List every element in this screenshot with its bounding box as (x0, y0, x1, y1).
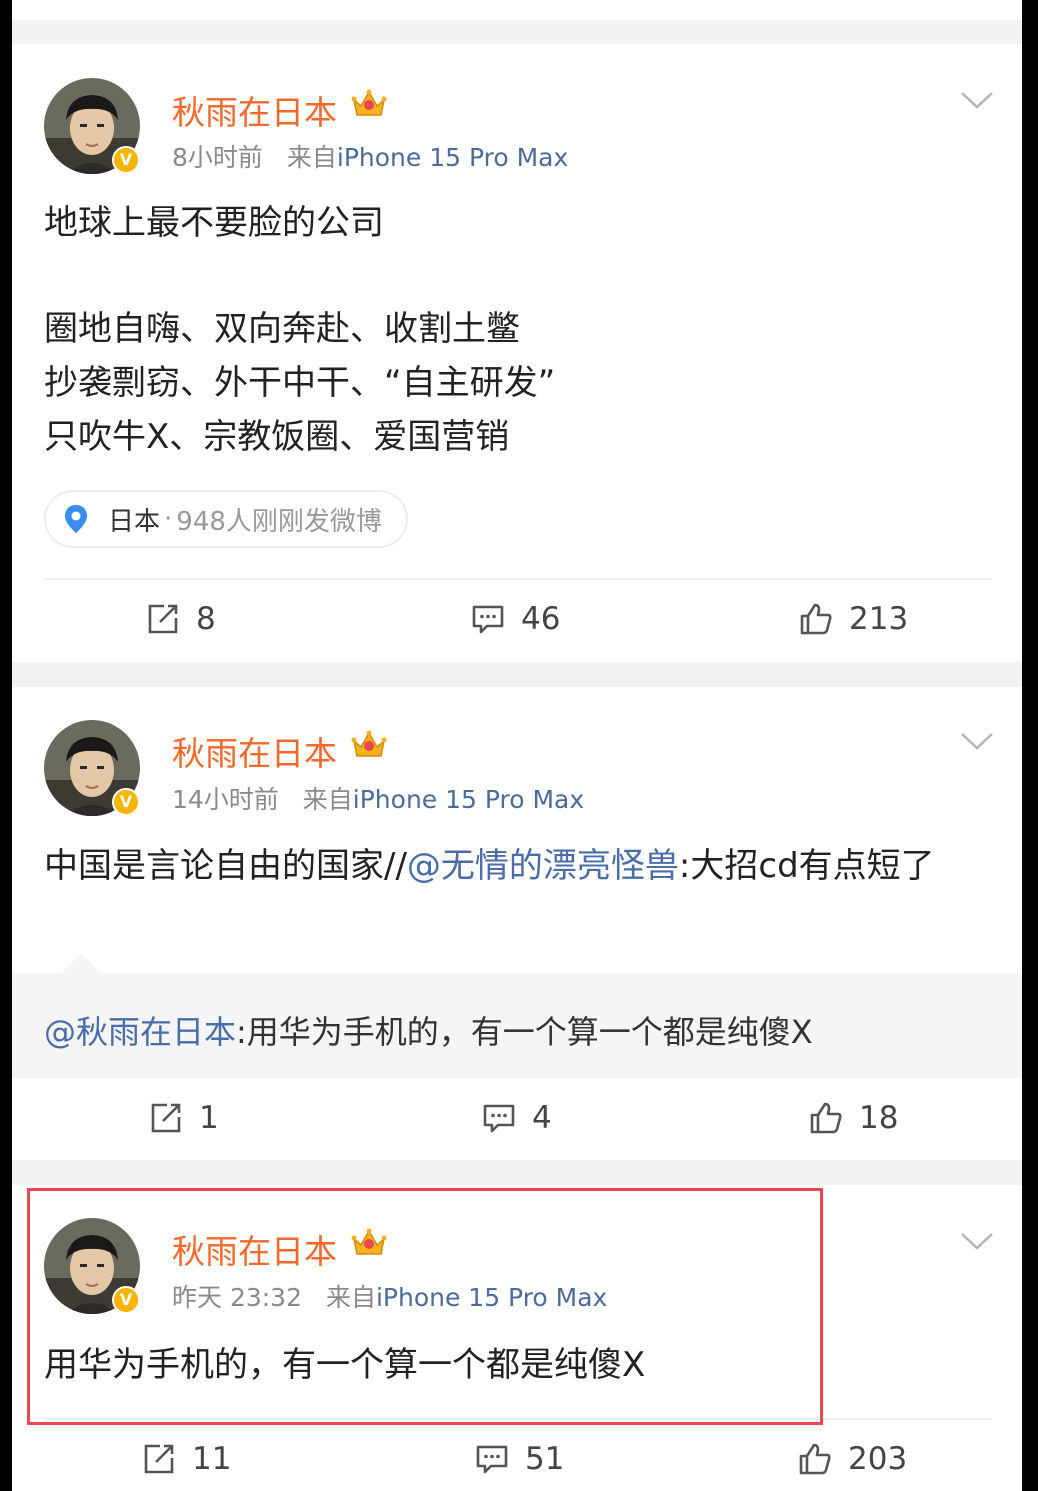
post-body: 地球上最不要脸的公司 圈地自嗨、双向奔赴、收割土鳖 抄袭剽窃、外干中干、“自主研… (44, 196, 994, 464)
source-prefix: 来自 (286, 143, 337, 172)
comment-icon (482, 1101, 516, 1135)
location-tag[interactable]: 日本 · 948人刚刚发微博 (44, 490, 408, 548)
post-text-line: 地球上最不要脸的公司 (44, 203, 384, 243)
crown-icon (351, 88, 387, 120)
post-text: 中国是言论自由的国家// (44, 846, 407, 886)
comment-icon (475, 1442, 509, 1476)
mention-link[interactable]: @秋雨在日本 (44, 1013, 236, 1051)
like-count: 18 (859, 1100, 899, 1136)
comment-icon (471, 602, 505, 636)
source-prefix: 来自 (302, 785, 353, 814)
repost-icon (142, 1442, 176, 1476)
like-button[interactable]: 203 (798, 1439, 907, 1479)
post-text-line: 抄袭剽窃、外干中干、“自主研发” (44, 363, 556, 403)
comment-count: 46 (521, 601, 561, 637)
like-count: 213 (849, 601, 909, 637)
repost-icon (146, 602, 180, 636)
like-icon (809, 1101, 843, 1135)
post-time: 14小时前 (172, 785, 279, 814)
repost-notch (62, 953, 100, 991)
username[interactable]: 秋雨在日本 (172, 86, 337, 134)
username[interactable]: 秋雨在日本 (172, 727, 337, 775)
reposted-original[interactable]: @秋雨在日本:用华为手机的，有一个算一个都是纯傻X (12, 953, 1022, 1078)
verified-badge-icon: V (112, 788, 140, 816)
divider (44, 578, 992, 580)
reposted-body: :用华为手机的，有一个算一个都是纯傻X (236, 1013, 813, 1051)
chevron-down-icon[interactable] (960, 731, 994, 751)
reposted-text: @秋雨在日本:用华为手机的，有一个算一个都是纯傻X (44, 1007, 813, 1053)
verified-badge-icon: V (112, 146, 140, 174)
comment-button[interactable]: 4 (482, 1098, 552, 1138)
post-body: 中国是言论自由的国家//@无情的漂亮怪兽:大招cd有点短了 (44, 839, 994, 893)
location-separator: · (164, 504, 173, 534)
comment-button[interactable]: 51 (475, 1439, 564, 1479)
like-icon (798, 1442, 832, 1476)
post-device: iPhone 15 Pro Max (336, 143, 569, 172)
chevron-down-icon[interactable] (960, 90, 994, 110)
like-icon (799, 602, 833, 636)
post-meta: 14小时前 来自iPhone 15 Pro Max (172, 780, 584, 816)
comment-button[interactable]: 46 (471, 599, 560, 639)
comment-count: 51 (525, 1441, 565, 1477)
post-card[interactable]: V 秋雨在日本 14小时前 来自iPhone 15 Pro Max 中国是言论自… (12, 687, 1022, 1160)
repost-button[interactable]: 11 (142, 1439, 231, 1479)
like-button[interactable]: 213 (799, 599, 908, 639)
repost-count: 8 (196, 601, 216, 637)
repost-count: 11 (192, 1441, 232, 1477)
mention-link[interactable]: @无情的漂亮怪兽 (407, 846, 679, 886)
crown-icon (351, 729, 387, 761)
location-name: 日本 (108, 506, 161, 537)
highlight-box (27, 1188, 823, 1425)
post-text-line: 只吹牛X、宗教饭圈、爱国营销 (44, 417, 510, 457)
previous-card-bottom (12, 0, 1022, 20)
comment-count: 4 (532, 1100, 552, 1136)
repost-button[interactable]: 8 (146, 599, 216, 639)
repost-button[interactable]: 1 (149, 1098, 219, 1138)
post-time: 8小时前 (172, 143, 263, 172)
like-count: 203 (848, 1441, 908, 1477)
post-text: :大招cd有点短了 (678, 846, 935, 886)
post-meta: 8小时前 来自iPhone 15 Pro Max (172, 138, 568, 174)
chevron-down-icon[interactable] (960, 1231, 994, 1251)
location-note: 948人刚刚发微博 (176, 506, 382, 537)
repost-icon (149, 1101, 183, 1135)
like-button[interactable]: 18 (809, 1098, 898, 1138)
post-text-line: 圈地自嗨、双向奔赴、收割土鳖 (44, 309, 520, 349)
post-device: iPhone 15 Pro Max (352, 785, 585, 814)
repost-count: 1 (199, 1100, 219, 1136)
location-pin-icon (64, 504, 88, 534)
post-card[interactable]: V 秋雨在日本 8小时前 来自iPhone 15 Pro Max 地球上最不要脸… (12, 44, 1022, 662)
